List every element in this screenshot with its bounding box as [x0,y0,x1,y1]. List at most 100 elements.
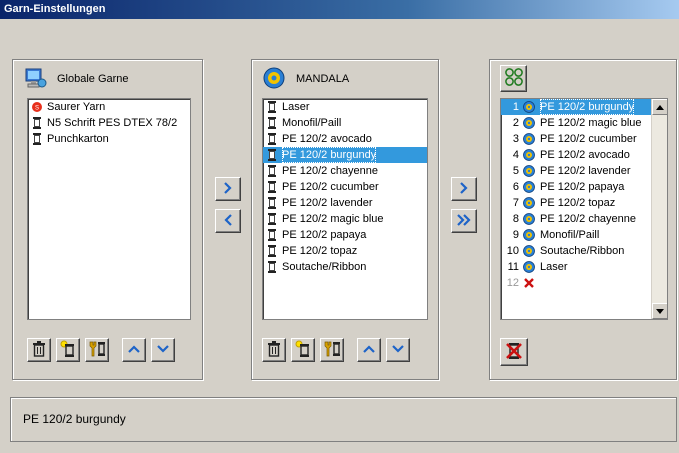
move-down-button[interactable] [151,338,175,362]
list-item[interactable]: Monofil/Paill [263,115,427,131]
list-item[interactable]: 2 PE 120/2 magic blue [501,115,651,131]
list-item[interactable]: 9 Monofil/Paill [501,227,651,243]
global-yarns-panel: Globale Garne S Saurer Yarn N5 Schrift P… [12,59,203,380]
list-item[interactable]: Soutache/Ribbon [263,259,427,275]
sequence-number: 3 [512,133,519,145]
list-item[interactable]: Laser [263,99,427,115]
list-item-label: PE 120/2 chayenne [540,213,637,225]
move-up-button[interactable] [122,338,146,362]
list-item[interactable]: PE 120/2 topaz [263,243,427,259]
scroll-up-button[interactable] [652,99,667,115]
mandala-yarn-list[interactable]: Laser Monofil/Paill PE 120/2 avocado PE 120… [262,98,428,320]
yarn-sequence-list[interactable]: 1 PE 120/2 burgundy 2 PE 120/2 magic blue 3 P… [500,98,668,320]
list-item-label: PE 120/2 cucumber [540,133,637,145]
global-yarns-toolbar [27,338,180,362]
chevron-up-icon [363,344,375,356]
yarn-flower-icon [523,229,535,241]
list-item-label: PE 120/2 magic blue [540,117,642,129]
mandala-panel: MANDALA Laser Monofil/Paill PE 120/2 avoca… [251,59,439,380]
trash-icon [32,340,46,360]
yarn-properties-button[interactable] [320,338,344,362]
delete-yarn-button[interactable] [262,338,286,362]
list-item[interactable]: PE 120/2 chayenne [263,163,427,179]
list-item-label: Monofil/Paill [540,229,600,241]
list-item[interactable]: S Saurer Yarn [28,99,190,115]
yarn-flower-icon [523,101,535,113]
list-item-label: PE 120/2 papaya [540,181,625,193]
delete-yarn-button[interactable] [27,338,51,362]
sequence-number: 2 [512,117,519,129]
spool-icon [267,197,277,209]
chevron-right-icon [460,181,468,197]
list-item[interactable]: PE 120/2 burgundy [263,147,427,163]
yarn-flower-icon [523,133,535,145]
move-up-button[interactable] [357,338,381,362]
list-item[interactable]: 11 Laser [501,259,651,275]
list-item-label: PE 120/2 burgundy [282,147,377,163]
trash-icon [267,340,281,360]
list-item-label: PE 120/2 chayenne [282,165,379,177]
sequence-number: 7 [512,197,519,209]
list-item-label: PE 120/2 lavender [540,165,631,177]
sequence-number: 4 [512,149,519,161]
yarn-properties-button[interactable] [85,338,109,362]
add-all-to-sequence-button[interactable] [451,209,477,233]
list-item[interactable]: 4 PE 120/2 avocado [501,147,651,163]
sequence-number: 8 [512,213,519,225]
spool-icon [267,261,277,273]
list-item[interactable]: Punchkarton [28,131,190,147]
sequence-number: 12 [506,277,519,289]
add-to-sequence-button[interactable] [451,177,477,201]
sequence-scrollbar[interactable] [651,99,667,319]
needle-layout-button[interactable] [500,65,527,92]
mandala-icon [262,66,286,93]
list-item[interactable]: 12 [501,275,651,291]
new-yarn-button[interactable] [291,338,315,362]
list-item[interactable]: 5 PE 120/2 lavender [501,163,651,179]
move-down-button[interactable] [386,338,410,362]
chevron-up-icon [656,101,664,113]
list-item[interactable]: 1 PE 120/2 burgundy [501,99,651,115]
sequence-number: 10 [506,245,519,257]
yarn-flower-icon [523,245,535,257]
list-item-label: Saurer Yarn [47,101,106,113]
status-text: PE 120/2 burgundy [23,412,126,426]
list-item[interactable]: N5 Schrift PES DTEX 78/2 [28,115,190,131]
spool-icon [267,101,277,113]
transfer-left-button[interactable] [215,209,241,233]
new-yarn-button[interactable] [56,338,80,362]
sequence-number: 9 [512,229,519,241]
mandala-header: MANDALA [262,66,349,92]
list-item[interactable]: 10 Soutache/Ribbon [501,243,651,259]
list-item[interactable]: PE 120/2 lavender [263,195,427,211]
list-item[interactable]: 3 PE 120/2 cucumber [501,131,651,147]
transfer-right-button[interactable] [215,177,241,201]
list-item-label: Monofil/Paill [282,117,342,129]
spool-icon [267,133,277,145]
list-item-label: N5 Schrift PES DTEX 78/2 [47,117,178,129]
yarn-flower-icon [523,261,535,273]
chevron-down-icon [656,305,664,317]
list-item-label: Laser [540,261,568,273]
sequence-number: 6 [512,181,519,193]
wrench-spool-icon [323,340,341,361]
list-item[interactable]: PE 120/2 magic blue [263,211,427,227]
spool-icon [32,133,42,145]
remove-from-sequence-button[interactable] [500,338,528,366]
global-yarns-list[interactable]: S Saurer Yarn N5 Schrift PES DTEX 78/2 P… [27,98,191,320]
sequence-number: 5 [512,165,519,177]
yarn-flower-icon [523,213,535,225]
list-item[interactable]: 6 PE 120/2 papaya [501,179,651,195]
yarn-flower-icon [523,197,535,209]
list-item[interactable]: 8 PE 120/2 chayenne [501,211,651,227]
double-chevron-right-icon [457,213,471,229]
scroll-down-button[interactable] [652,303,667,319]
list-item[interactable]: 7 PE 120/2 topaz [501,195,651,211]
list-item[interactable]: PE 120/2 cucumber [263,179,427,195]
list-item[interactable]: PE 120/2 papaya [263,227,427,243]
window-title: Garn-Einstellungen [0,0,679,19]
list-item-label: PE 120/2 magic blue [282,213,384,225]
sequence-number: 1 [512,101,519,113]
list-item-label: Soutache/Ribbon [282,261,367,273]
list-item[interactable]: PE 120/2 avocado [263,131,427,147]
